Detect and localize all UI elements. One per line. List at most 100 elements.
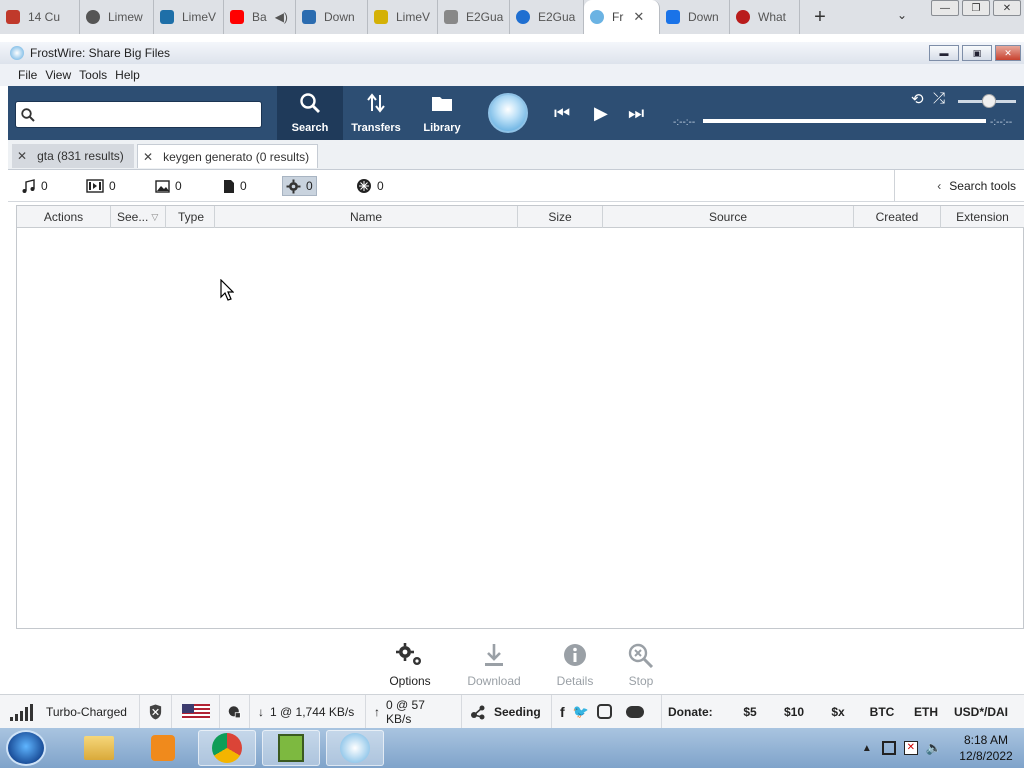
instagram-icon[interactable] [596, 704, 612, 719]
browser-tab-active[interactable]: Fr ✕ [584, 0, 660, 34]
info-icon [564, 644, 586, 666]
show-hidden-icons[interactable]: ▲ [862, 743, 872, 754]
donate-bar: Donate: $5 $10 $x BTC ETH USD*/DAI [662, 695, 1014, 729]
close-tab-icon[interactable]: ✕ [633, 9, 644, 25]
new-tab-button[interactable]: + [800, 6, 840, 29]
browser-tab[interactable]: LimeV [154, 0, 224, 34]
notepad-taskbar-icon[interactable] [262, 730, 320, 766]
column-created[interactable]: Created [854, 206, 941, 228]
browser-tab[interactable]: Down [660, 0, 730, 34]
menu-help[interactable]: Help [115, 68, 140, 82]
network-tray-icon[interactable] [881, 741, 896, 755]
quora-icon [736, 10, 750, 24]
paw-icon [6, 10, 20, 24]
volume-knob[interactable] [982, 94, 996, 108]
donate-5-button[interactable]: $5 [728, 705, 772, 719]
frostwire-taskbar-icon[interactable] [326, 730, 384, 766]
browser-tab[interactable]: What [730, 0, 800, 34]
previous-track-icon[interactable]: ⏮ [554, 103, 570, 124]
filter-images[interactable]: 0 [152, 176, 185, 196]
volume-slider[interactable] [958, 94, 1016, 108]
close-button[interactable]: ✕ [993, 0, 1021, 16]
start-button[interactable] [6, 730, 46, 766]
filter-torrents[interactable]: 0 [353, 176, 387, 196]
frostwire-logo-button[interactable] [488, 93, 528, 133]
volume-tray-icon[interactable]: 🔈 [926, 740, 942, 756]
country-flag[interactable] [172, 694, 220, 729]
browser-tab[interactable]: E2Gua [510, 0, 584, 34]
browser-tab[interactable]: Limew [80, 0, 154, 34]
browser-tab[interactable]: E2Gua [438, 0, 510, 34]
download-icon [666, 10, 680, 24]
social-links: f 🐦 [552, 694, 662, 729]
shuffle-icon[interactable]: ⤮ [933, 90, 945, 107]
chat-status[interactable] [220, 694, 250, 729]
donate-eth-button[interactable]: ETH [904, 705, 948, 719]
browser-tab[interactable]: Down [296, 0, 368, 34]
play-icon[interactable]: ▶ [594, 103, 608, 124]
facebook-icon[interactable]: f [560, 704, 565, 720]
menu-file[interactable]: File [18, 68, 37, 82]
discord-icon[interactable] [625, 705, 644, 718]
result-tab-gta[interactable]: ✕ gta (831 results) [12, 144, 134, 168]
media-player-taskbar-icon[interactable] [134, 730, 192, 766]
menu-tools[interactable]: Tools [79, 68, 107, 82]
search-box[interactable] [15, 101, 262, 128]
search-input[interactable] [42, 106, 252, 124]
chrome-taskbar-icon[interactable] [198, 730, 256, 766]
search-tools-button[interactable]: ‹ Search tools [894, 170, 1024, 201]
close-icon[interactable]: ✕ [143, 150, 153, 164]
column-size[interactable]: Size [518, 206, 603, 228]
filter-video[interactable]: 0 [83, 176, 119, 196]
donate-btc-button[interactable]: BTC [860, 705, 904, 719]
twitter-icon[interactable]: 🐦 [573, 704, 589, 720]
action-center-icon[interactable]: ✕ [903, 741, 918, 755]
network-icon [228, 705, 241, 718]
download-icon [485, 644, 503, 666]
result-tab-keygen[interactable]: ✕ keygen generato (0 results) [137, 144, 318, 168]
column-seeds[interactable]: See... ▽ [111, 206, 166, 228]
filter-programs[interactable]: 0 [282, 176, 317, 196]
gears-icon [396, 643, 421, 665]
app-minimize-button[interactable]: ▬ [929, 45, 959, 61]
explorer-taskbar-icon[interactable] [70, 730, 128, 766]
app-maximize-button[interactable]: ▣ [962, 45, 992, 61]
donate-custom-button[interactable]: $x [816, 705, 860, 719]
column-source[interactable]: Source [603, 206, 854, 228]
connection-status[interactable]: Turbo-Charged [0, 694, 140, 729]
speaker-icon[interactable]: ◀) [275, 10, 288, 24]
column-extension[interactable]: Extension [941, 206, 1024, 228]
download-button[interactable]: Download [459, 642, 529, 688]
app-close-button[interactable]: ✕ [995, 45, 1021, 61]
donate-usd-dai-button[interactable]: USD*/DAI [948, 705, 1014, 719]
stop-button[interactable]: Stop [606, 642, 676, 688]
options-button[interactable]: Options [375, 642, 445, 688]
restore-button[interactable]: ❐ [962, 0, 990, 16]
close-icon[interactable]: ✕ [17, 149, 27, 163]
repeat-icon[interactable]: ⟲ [911, 90, 924, 108]
tab-search-chevron-icon[interactable]: ⌄ [897, 8, 907, 22]
column-type[interactable]: Type [166, 206, 215, 228]
browser-tab[interactable]: LimeV [368, 0, 438, 34]
search-nav-button[interactable]: Search [277, 86, 343, 140]
minimize-button[interactable]: — [931, 0, 959, 16]
menu-view[interactable]: View [45, 68, 71, 82]
system-clock[interactable]: 8:18 AM 12/8/2022 [948, 732, 1024, 764]
donate-10-button[interactable]: $10 [772, 705, 816, 719]
vpn-status[interactable] [140, 694, 172, 729]
column-actions[interactable]: Actions [17, 206, 111, 228]
filter-documents[interactable]: 0 [220, 176, 250, 196]
next-track-icon[interactable]: ⏭ [628, 103, 644, 124]
transfers-nav-button[interactable]: Transfers [343, 86, 409, 140]
progress-bar[interactable] [703, 119, 986, 123]
browser-tab[interactable]: Ba ◀) [224, 0, 296, 34]
filter-audio[interactable]: 0 [18, 176, 51, 196]
library-nav-button[interactable]: Library [409, 86, 475, 140]
browser-tab[interactable]: 14 Cu [0, 0, 80, 34]
details-button[interactable]: Details [540, 642, 610, 688]
media-type-filters: 0 0 0 0 0 0 ‹ Search tools [8, 170, 1024, 202]
search-result-tabs: ✕ gta (831 results) ✕ keygen generato (0… [8, 140, 1024, 170]
document-icon [224, 179, 234, 193]
column-name[interactable]: Name [215, 206, 518, 228]
seeding-status[interactable]: Seeding [462, 694, 552, 729]
